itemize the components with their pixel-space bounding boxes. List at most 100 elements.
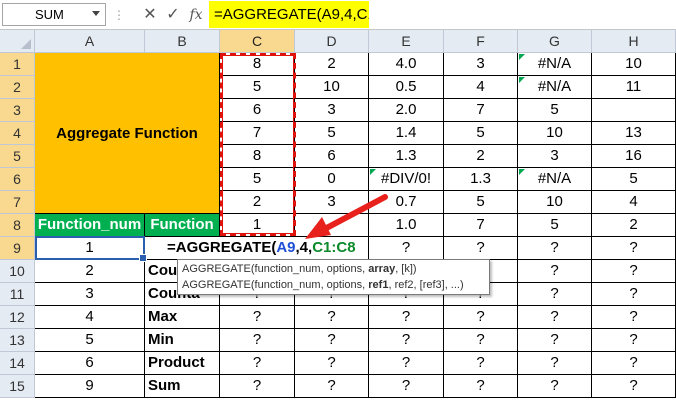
cell-d2[interactable]: 10	[295, 76, 369, 99]
cell-g4[interactable]: 10	[518, 122, 592, 145]
tooltip-syntax-array[interactable]: AGGREGATE(function_num, options, array, …	[182, 261, 485, 277]
cell-d1[interactable]: 2	[295, 53, 369, 76]
cell-g3[interactable]: 5	[518, 99, 592, 122]
cell-g6[interactable]: #N/A	[518, 168, 592, 191]
cell-h8[interactable]: 2	[592, 214, 676, 237]
cell-c8[interactable]: 1	[220, 214, 295, 237]
cell-c7[interactable]: 2	[220, 191, 295, 214]
cell-h7[interactable]: 4	[592, 191, 676, 214]
cell-g1[interactable]: #N/A	[518, 53, 592, 76]
cell-e5[interactable]: 1.3	[369, 145, 444, 168]
cell-c2[interactable]: 5	[220, 76, 295, 99]
cell-g10[interactable]: ?	[518, 260, 592, 283]
cell-b13[interactable]: Min	[145, 329, 220, 352]
row-header-6[interactable]: 6	[0, 168, 35, 191]
cell-f15[interactable]: ?	[444, 375, 518, 398]
cell-e2[interactable]: 0.5	[369, 76, 444, 99]
column-header-a[interactable]: A	[35, 30, 145, 53]
row-header-9[interactable]: 9	[0, 237, 35, 260]
cell-f13[interactable]: ?	[444, 329, 518, 352]
row-header-14[interactable]: 14	[0, 352, 35, 375]
name-box-dropdown-icon[interactable]	[92, 11, 100, 16]
cell-g11[interactable]: ?	[518, 283, 592, 306]
cell-a10[interactable]: 2	[35, 260, 145, 283]
column-header-h[interactable]: H	[592, 30, 676, 53]
cell-d15[interactable]: ?	[295, 375, 369, 398]
cell-e12[interactable]: ?	[369, 306, 444, 329]
cell-g5[interactable]: 3	[518, 145, 592, 168]
row-header-5[interactable]: 5	[0, 145, 35, 168]
column-header-e[interactable]: E	[369, 30, 444, 53]
row-header-8[interactable]: 8	[0, 214, 35, 237]
cell-h12[interactable]: ?	[592, 306, 676, 329]
cell-h3[interactable]	[592, 99, 676, 122]
cell-e14[interactable]: ?	[369, 352, 444, 375]
function-header[interactable]: Function	[145, 214, 220, 237]
row-header-12[interactable]: 12	[0, 306, 35, 329]
cell-h4[interactable]: 13	[592, 122, 676, 145]
cell-f5[interactable]: 2	[444, 145, 518, 168]
formula-input[interactable]: =AGGREGATE(A9,4,C1:C8	[209, 1, 369, 28]
cell-h1[interactable]: 10	[592, 53, 676, 76]
cell-f9[interactable]: ?	[444, 237, 518, 260]
insert-function-icon[interactable]: fx	[186, 5, 206, 25]
cell-a9[interactable]: 1	[35, 237, 145, 260]
cell-c4[interactable]: 7	[220, 122, 295, 145]
aggregate-function-title[interactable]: Aggregate Function	[35, 53, 220, 214]
cell-f6[interactable]: 1.3	[444, 168, 518, 191]
cell-h11[interactable]: ?	[592, 283, 676, 306]
cell-d4[interactable]: 5	[295, 122, 369, 145]
cancel-icon[interactable]: ✕	[141, 5, 159, 25]
cell-b15[interactable]: Sum	[145, 375, 220, 398]
cell-f4[interactable]: 5	[444, 122, 518, 145]
cell-c15[interactable]: ?	[220, 375, 295, 398]
cell-f12[interactable]: ?	[444, 306, 518, 329]
cell-e9[interactable]: ?	[369, 237, 444, 260]
cell-d7[interactable]: 3	[295, 191, 369, 214]
error-indicator-icon[interactable]	[519, 77, 525, 83]
cell-d5[interactable]: 6	[295, 145, 369, 168]
worksheet-grid[interactable]: Aggregate Function 8 2 4.0 3 #N/A 10 5 1…	[35, 53, 676, 406]
cell-g12[interactable]: ?	[518, 306, 592, 329]
cell-c14[interactable]: ?	[220, 352, 295, 375]
row-header-1[interactable]: 1	[0, 53, 35, 76]
cell-h9[interactable]: ?	[592, 237, 676, 260]
cell-g2[interactable]: #N/A	[518, 76, 592, 99]
cell-e3[interactable]: 2.0	[369, 99, 444, 122]
cell-d13[interactable]: ?	[295, 329, 369, 352]
column-header-d[interactable]: D	[295, 30, 369, 53]
cell-a14[interactable]: 6	[35, 352, 145, 375]
row-header-13[interactable]: 13	[0, 329, 35, 352]
cell-e13[interactable]: ?	[369, 329, 444, 352]
cell-h6[interactable]: 5	[592, 168, 676, 191]
cell-g8[interactable]: 5	[518, 214, 592, 237]
cell-d8[interactable]	[295, 214, 369, 237]
cell-f14[interactable]: ?	[444, 352, 518, 375]
cell-a12[interactable]: 4	[35, 306, 145, 329]
row-header-4[interactable]: 4	[0, 122, 35, 145]
cell-h2[interactable]: 11	[592, 76, 676, 99]
cell-c1[interactable]: 8	[220, 53, 295, 76]
cell-h14[interactable]: ?	[592, 352, 676, 375]
cell-c3[interactable]: 6	[220, 99, 295, 122]
column-header-b[interactable]: B	[145, 30, 220, 53]
cell-f1[interactable]: 3	[444, 53, 518, 76]
cell-h10[interactable]: ?	[592, 260, 676, 283]
cell-g15[interactable]: ?	[518, 375, 592, 398]
cell-e15[interactable]: ?	[369, 375, 444, 398]
cell-a13[interactable]: 5	[35, 329, 145, 352]
cell-b14[interactable]: Product	[145, 352, 220, 375]
cell-g9[interactable]: ?	[518, 237, 592, 260]
column-header-c[interactable]: C	[220, 30, 295, 53]
cell-c13[interactable]: ?	[220, 329, 295, 352]
cell-g13[interactable]: ?	[518, 329, 592, 352]
cell-f3[interactable]: 7	[444, 99, 518, 122]
row-header-7[interactable]: 7	[0, 191, 35, 214]
column-header-f[interactable]: F	[444, 30, 518, 53]
row-header-2[interactable]: 2	[0, 76, 35, 99]
cell-c12[interactable]: ?	[220, 306, 295, 329]
cell-d3[interactable]: 3	[295, 99, 369, 122]
cell-h13[interactable]: ?	[592, 329, 676, 352]
error-indicator-icon[interactable]	[370, 169, 376, 175]
formula-bar-grip-icon[interactable]: ⋮	[113, 5, 125, 25]
